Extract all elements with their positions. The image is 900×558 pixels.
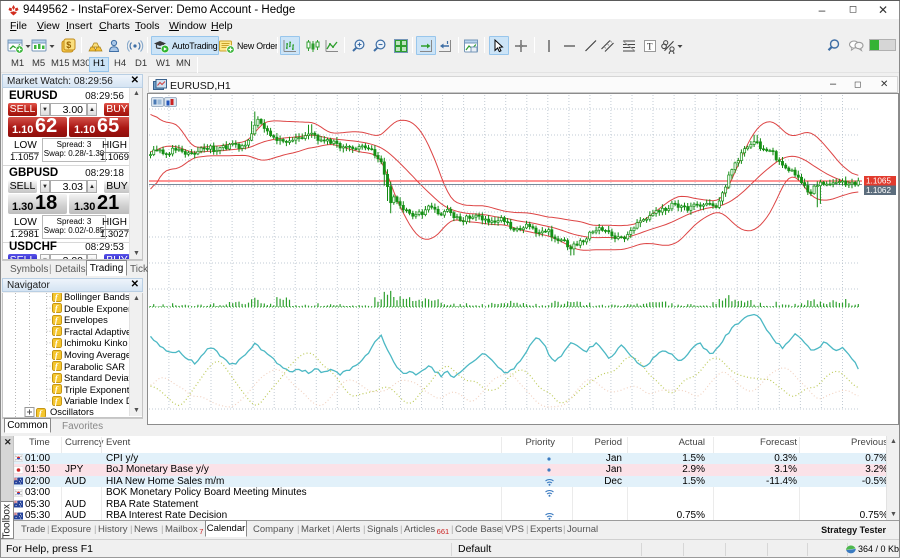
svg-text:1.1065: 1.1065 — [866, 177, 891, 186]
svg-text:$: $ — [66, 40, 71, 50]
svg-text:1.1062: 1.1062 — [866, 186, 891, 195]
svg-text:T: T — [647, 41, 653, 51]
